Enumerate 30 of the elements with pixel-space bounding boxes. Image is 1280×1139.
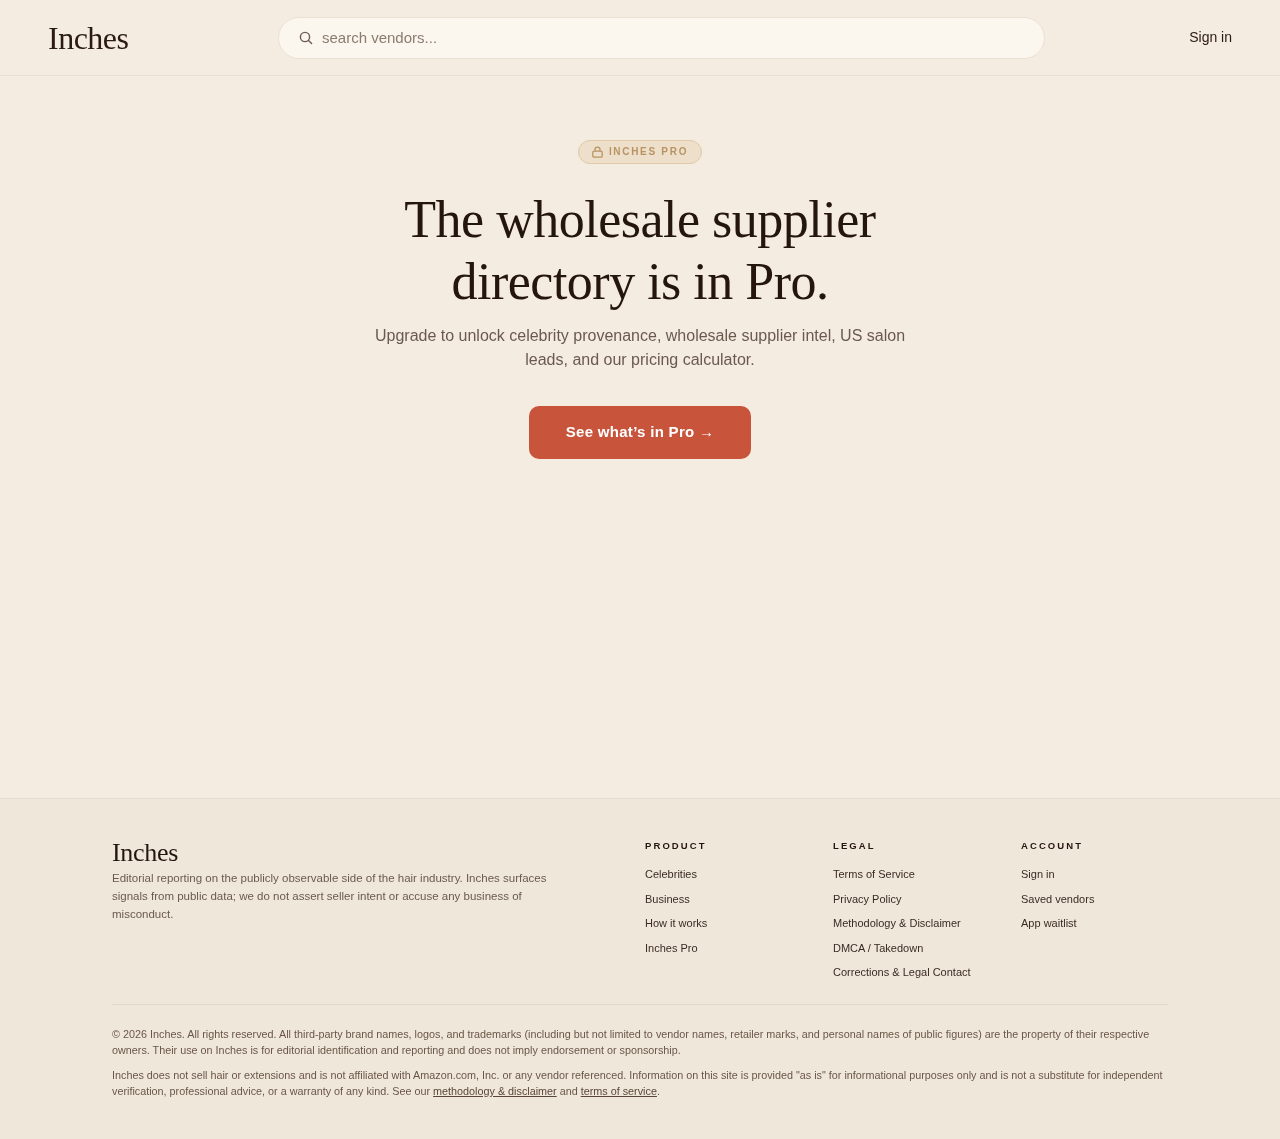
legal-notice: Inches does not sell hair or extensions and is not affiliated with Amazon.com, Inc. or any vendor referenced. Information on this site is provided "as is" for informational purposes only and is not a substitute for independent verification, professional advice, or a warranty of any kind. See our methodology & disclaimer and terms of service. — [112, 1068, 1164, 1099]
footer-link[interactable]: Corrections & Legal Contact — [833, 964, 971, 980]
footer-link[interactable]: Terms of Service — [833, 866, 915, 882]
inline-link[interactable]: methodology & disclaimer — [433, 1085, 557, 1097]
cta-button[interactable]: See what’s in Pro → — [529, 406, 751, 459]
copyright-notice: © 2026 Inches. All rights reserved. All third-party brand names, logos, and trademarks (including but not limited to vendor names, retailer marks, and personal names of public figures) are the property of their respective owners. Their use on Inches is for editorial identification and reporting and does not imply endorsement or sponsorship. — [112, 1027, 1151, 1058]
search-icon — [299, 30, 313, 45]
footer-link[interactable]: Privacy Policy — [833, 890, 902, 907]
column-heading: LEGAL — [833, 839, 876, 853]
column-heading: PRODUCT — [645, 839, 707, 853]
hero-heading: The wholesale supplier directory is in Pro. — [403, 190, 877, 312]
footer-link[interactable]: How it works — [645, 915, 708, 931]
footer-link[interactable]: Methodology & Disclaimer — [833, 915, 961, 931]
sign-in-link[interactable]: Sign in — [1189, 27, 1232, 48]
footer-tagline: Editorial reporting on the publicly observable side of the hair industry. Inches surfaces signals from public data; we do not assert seller intent or accuse any business of misconduct. — [112, 871, 548, 922]
inline-link[interactable]: terms of service — [580, 1085, 657, 1097]
footer-link[interactable]: Celebrities — [645, 866, 697, 882]
footer-link[interactable]: Sign in — [1021, 866, 1055, 882]
footer-link[interactable]: Inches Pro — [645, 939, 698, 956]
badge-label: INCHES PRO — [608, 147, 689, 157]
column-heading: ACCOUNT — [1021, 839, 1084, 853]
search-field[interactable]: search vendors... — [278, 16, 1045, 59]
footer-link[interactable]: DMCA / Takedown — [833, 939, 924, 956]
lock-icon — [591, 146, 603, 158]
footer-link[interactable]: Business — [645, 890, 690, 907]
footer-logo[interactable]: Inches — [112, 837, 179, 869]
footer-link[interactable]: App waitlist — [1021, 915, 1077, 931]
footer-link[interactable]: Saved vendors — [1021, 890, 1095, 907]
logo[interactable]: Inches — [48, 17, 129, 58]
hero-description: Upgrade to unlock celebrity provenance, wholesale supplier intel, US salon leads, and our pricing calculator. — [373, 326, 907, 370]
